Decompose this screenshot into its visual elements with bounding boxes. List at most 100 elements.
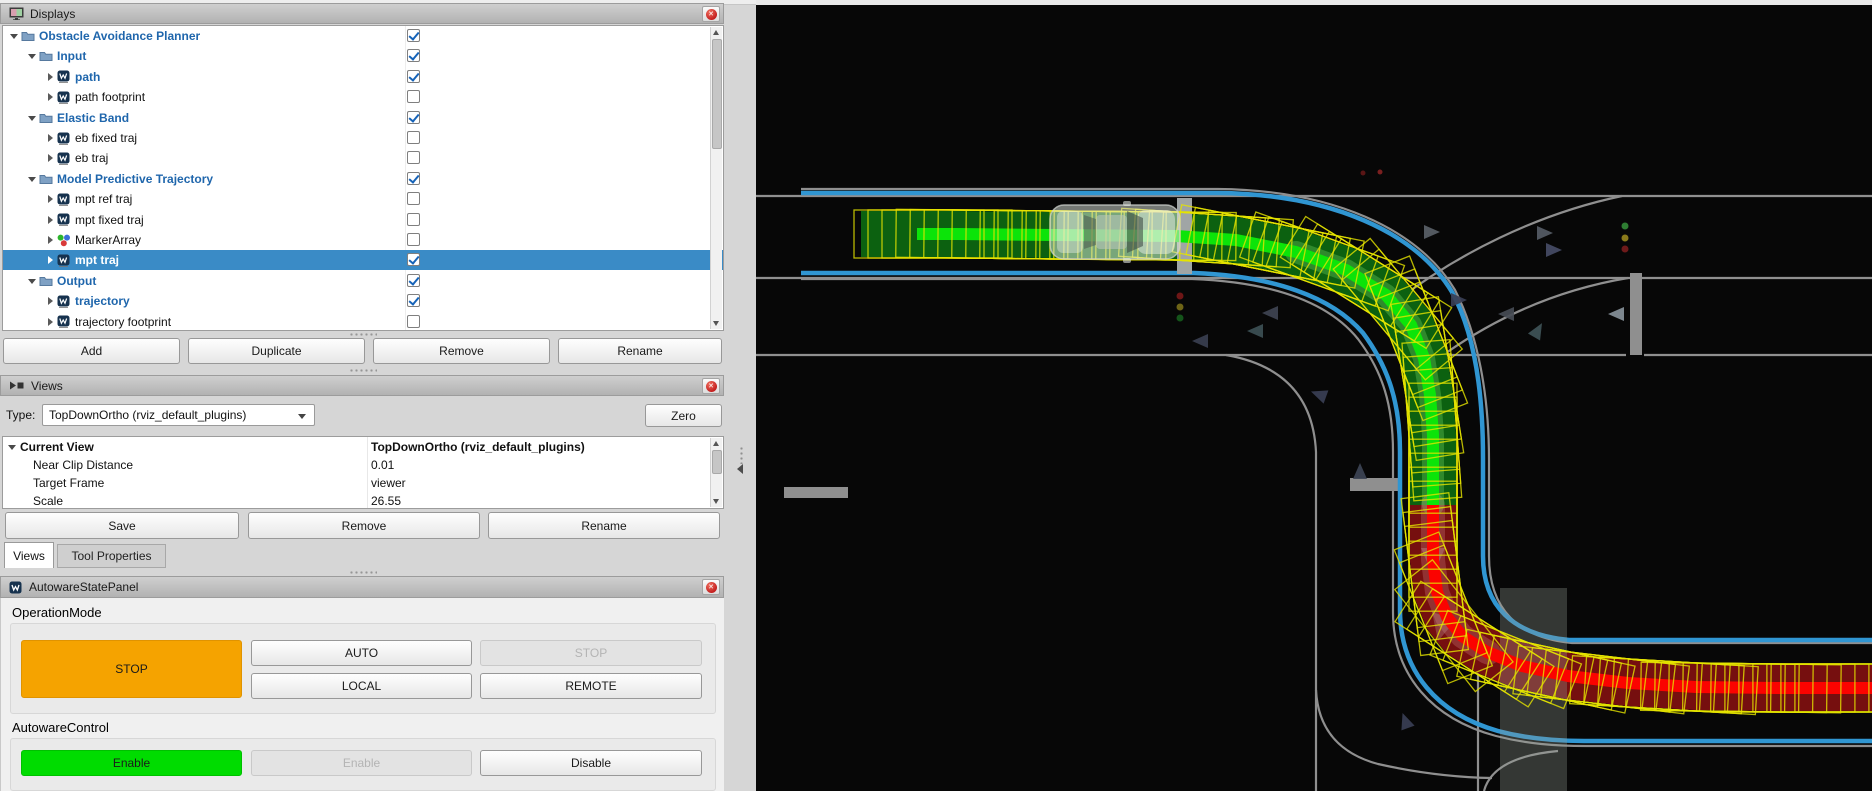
control-enable-button[interactable]: Enable xyxy=(251,750,472,776)
views-titlebar[interactable]: Views ✕ xyxy=(0,375,724,396)
expand-arrow-icon[interactable] xyxy=(27,51,37,61)
operation-mode-stop-button[interactable]: STOP xyxy=(480,640,702,666)
displays-close-button[interactable]: ✕ xyxy=(702,6,720,22)
collapsed-arrow-icon[interactable] xyxy=(45,215,55,225)
property-value[interactable]: 0.01 xyxy=(371,458,394,472)
display-enabled-checkbox[interactable] xyxy=(407,213,420,226)
control-enable-active-button[interactable]: Enable xyxy=(21,750,242,776)
render-view[interactable] xyxy=(756,0,1872,791)
displays-tree[interactable]: Obstacle Avoidance PlannerInputpathpath … xyxy=(2,25,724,331)
collapsed-arrow-icon[interactable] xyxy=(45,235,55,245)
panel-splitter-handle[interactable] xyxy=(349,368,377,373)
current-view-row[interactable]: Current View TopDownOrtho (rviz_default_… xyxy=(3,438,703,456)
view-type-combobox[interactable]: TopDownOrtho (rviz_default_plugins) xyxy=(42,404,315,426)
display-enabled-checkbox[interactable] xyxy=(407,111,420,124)
display-item-path[interactable]: path xyxy=(3,67,724,87)
display-enabled-checkbox[interactable] xyxy=(407,131,420,144)
save-view-button[interactable]: Save xyxy=(5,512,239,539)
autoware-state-panel-titlebar[interactable]: AutowareStatePanel ✕ xyxy=(0,576,724,598)
duplicate-button[interactable]: Duplicate xyxy=(188,338,365,364)
display-item-trajectory[interactable]: trajectory xyxy=(3,291,724,311)
collapsed-arrow-icon[interactable] xyxy=(45,255,55,265)
dock-splitter-dots[interactable] xyxy=(739,446,744,464)
zero-button[interactable]: Zero xyxy=(645,404,722,427)
operation-mode-remote-button[interactable]: REMOTE xyxy=(480,673,702,699)
autoware-panel-close-button[interactable]: ✕ xyxy=(702,579,720,595)
display-item-obstacle-avoidance-planner[interactable]: Obstacle Avoidance Planner xyxy=(3,26,719,46)
tab-tool-properties[interactable]: Tool Properties xyxy=(57,544,166,568)
collapsed-arrow-icon[interactable] xyxy=(45,317,55,327)
rename-view-button[interactable]: Rename xyxy=(488,512,720,539)
displays-tree-scrollbar[interactable] xyxy=(710,27,722,329)
expand-arrow-icon[interactable] xyxy=(27,113,37,123)
display-enabled-checkbox[interactable] xyxy=(407,294,420,307)
display-enabled-checkbox[interactable] xyxy=(407,233,420,246)
add-button[interactable]: Add xyxy=(3,338,180,364)
scroll-down-icon[interactable] xyxy=(711,318,722,329)
3d-viewport[interactable] xyxy=(756,0,1872,791)
expand-arrow-icon[interactable] xyxy=(27,276,37,286)
remove-button[interactable]: Remove xyxy=(373,338,550,364)
display-enabled-checkbox[interactable] xyxy=(407,151,420,164)
display-item-mpt-traj[interactable]: mpt traj xyxy=(3,250,724,270)
property-row-scale[interactable]: Scale26.55 xyxy=(3,492,703,509)
collapsed-arrow-icon[interactable] xyxy=(45,133,55,143)
scroll-down-icon[interactable] xyxy=(711,496,722,507)
panel-splitter-handle[interactable] xyxy=(349,570,377,575)
display-item-trajectory-footprint[interactable]: trajectory footprint xyxy=(3,312,724,331)
scrollbar-thumb[interactable] xyxy=(712,450,722,474)
display-enabled-checkbox[interactable] xyxy=(407,274,420,287)
expand-arrow-icon[interactable] xyxy=(27,174,37,184)
tab-views[interactable]: Views xyxy=(4,542,54,568)
collapse-left-icon[interactable] xyxy=(737,464,743,474)
views-close-button[interactable]: ✕ xyxy=(702,378,720,394)
tree-item-label: Output xyxy=(57,274,96,288)
traffic-light-dot xyxy=(1361,171,1366,176)
scrollbar-thumb[interactable] xyxy=(712,39,722,149)
collapsed-arrow-icon[interactable] xyxy=(45,194,55,204)
display-enabled-checkbox[interactable] xyxy=(407,192,420,205)
property-row-near-clip-distance[interactable]: Near Clip Distance0.01 xyxy=(3,456,703,474)
type-label: Type: xyxy=(6,408,35,422)
display-enabled-checkbox[interactable] xyxy=(407,90,420,103)
tree-item-label: mpt fixed traj xyxy=(75,213,144,227)
rename-button[interactable]: Rename xyxy=(558,338,722,364)
control-disable-button[interactable]: Disable xyxy=(480,750,702,776)
property-row-target-frame[interactable]: Target Frameviewer xyxy=(3,474,703,492)
current-view-scrollbar[interactable] xyxy=(710,438,722,507)
panel-splitter-handle[interactable] xyxy=(349,332,377,337)
expand-arrow-icon[interactable] xyxy=(7,442,17,452)
display-enabled-checkbox[interactable] xyxy=(407,29,420,42)
display-item-mpt-ref-traj[interactable]: mpt ref traj xyxy=(3,189,724,209)
operation-mode-auto-button[interactable]: AUTO xyxy=(251,640,472,666)
display-enabled-checkbox[interactable] xyxy=(407,70,420,83)
remove-view-button[interactable]: Remove xyxy=(248,512,480,539)
expand-arrow-icon[interactable] xyxy=(9,31,19,41)
operation-mode-local-button[interactable]: LOCAL xyxy=(251,673,472,699)
display-item-eb-fixed-traj[interactable]: eb fixed traj xyxy=(3,128,724,148)
display-item-model-predictive-trajectory[interactable]: Model Predictive Trajectory xyxy=(3,169,724,189)
collapsed-arrow-icon[interactable] xyxy=(45,92,55,102)
display-enabled-checkbox[interactable] xyxy=(407,172,420,185)
collapsed-arrow-icon[interactable] xyxy=(45,72,55,82)
display-enabled-checkbox[interactable] xyxy=(407,315,420,328)
operation-mode-stop-active-button[interactable]: STOP xyxy=(21,640,242,698)
display-item-markerarray[interactable]: MarkerArray xyxy=(3,230,724,250)
collapsed-arrow-icon[interactable] xyxy=(45,153,55,163)
property-value[interactable]: viewer xyxy=(371,476,406,490)
collapsed-arrow-icon[interactable] xyxy=(45,296,55,306)
displays-titlebar[interactable]: Displays ✕ xyxy=(0,3,724,24)
scroll-up-icon[interactable] xyxy=(711,27,722,38)
display-enabled-checkbox[interactable] xyxy=(407,253,420,266)
property-value[interactable]: 26.55 xyxy=(371,494,401,508)
display-item-mpt-fixed-traj[interactable]: mpt fixed traj xyxy=(3,210,724,230)
current-view-table[interactable]: Current View TopDownOrtho (rviz_default_… xyxy=(2,436,724,509)
display-item-path-footprint[interactable]: path footprint xyxy=(3,87,724,107)
display-item-output[interactable]: Output xyxy=(3,271,724,291)
display-item-input[interactable]: Input xyxy=(3,46,724,66)
display-item-elastic-band[interactable]: Elastic Band xyxy=(3,108,724,128)
stop-line-bar xyxy=(1630,273,1642,355)
scroll-up-icon[interactable] xyxy=(711,438,722,449)
display-enabled-checkbox[interactable] xyxy=(407,49,420,62)
display-item-eb-traj[interactable]: eb traj xyxy=(3,148,724,168)
